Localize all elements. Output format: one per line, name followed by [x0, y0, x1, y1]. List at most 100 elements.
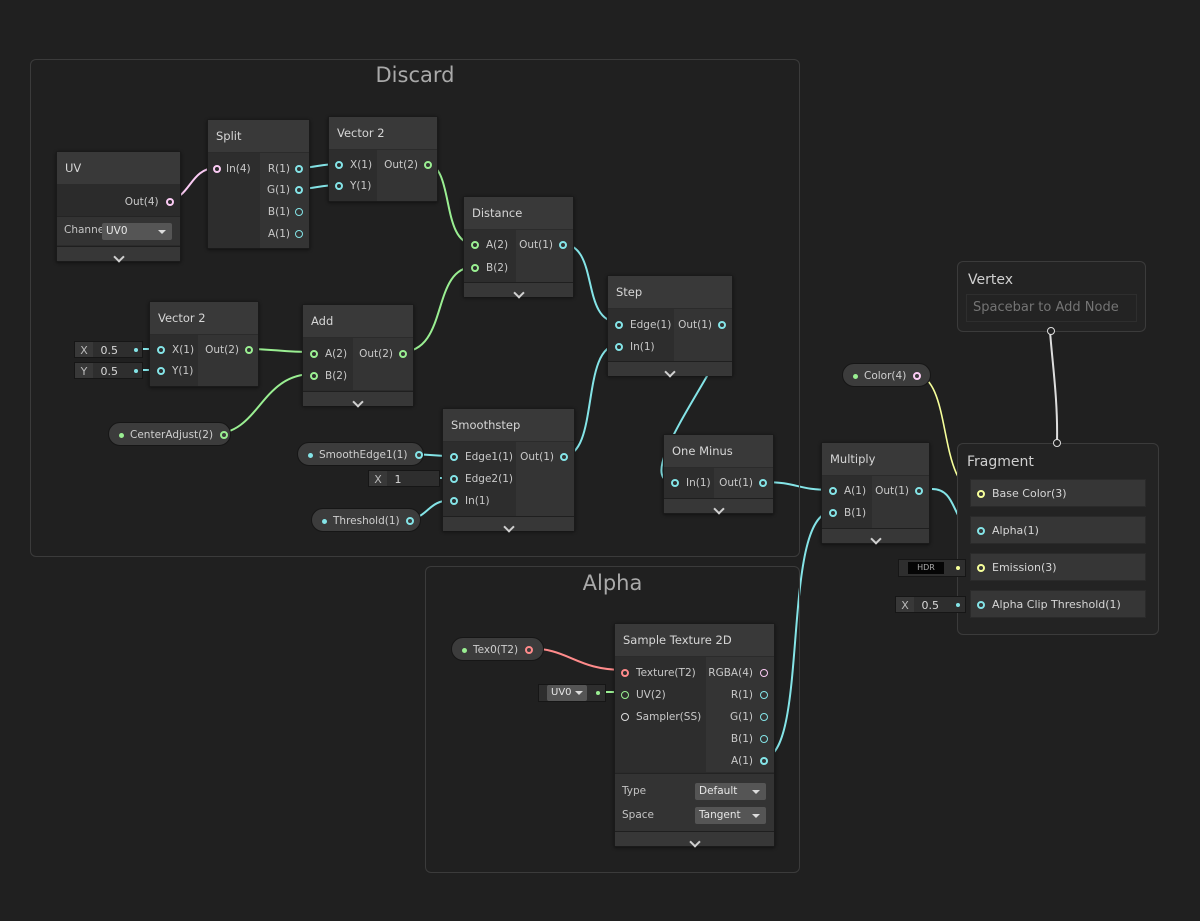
port-dot-icon[interactable] — [977, 601, 985, 609]
port-dot-icon[interactable] — [621, 669, 629, 677]
property-threshold[interactable]: Threshold(1) — [311, 508, 421, 532]
vertex-add-node-input[interactable]: Spacebar to Add Node — [966, 294, 1137, 322]
vector2-x-field[interactable]: X 0.5 — [74, 341, 143, 358]
port-dot-icon[interactable] — [213, 165, 221, 173]
field-value[interactable]: 0.5 — [97, 365, 119, 378]
port-dot-icon[interactable] — [295, 230, 303, 238]
output-port[interactable]: R(1) — [268, 161, 303, 177]
expand-footer[interactable] — [303, 391, 413, 408]
input-port[interactable]: B(2) — [471, 260, 508, 276]
port-dot-icon[interactable] — [295, 208, 303, 216]
input-port[interactable]: Edge1(1) — [450, 449, 513, 465]
port-dot-icon[interactable] — [760, 757, 768, 765]
expand-footer[interactable] — [664, 498, 773, 515]
vertex-block[interactable]: Vertex Spacebar to Add Node — [957, 261, 1146, 332]
expand-footer[interactable] — [615, 831, 774, 848]
port-dot-icon[interactable] — [621, 691, 629, 699]
port-dot-icon[interactable] — [977, 564, 985, 572]
output-port[interactable]: Out(2) — [359, 346, 407, 362]
uv-channel-field[interactable]: UV0 — [538, 684, 606, 702]
port-dot-icon[interactable] — [560, 453, 568, 461]
property-color[interactable]: Color(4) — [842, 363, 931, 387]
port-dot-icon[interactable] — [310, 372, 318, 380]
expand-footer[interactable] — [57, 246, 180, 263]
port-dot-icon[interactable] — [157, 346, 165, 354]
output-port[interactable]: A(1) — [268, 226, 303, 242]
expand-footer[interactable] — [464, 282, 573, 299]
port-dot-icon[interactable] — [759, 479, 767, 487]
port-dot-icon[interactable] — [245, 346, 253, 354]
fragment-block[interactable]: Fragment Base Color(3) Alpha(1) Emission… — [957, 443, 1159, 635]
port-dot-icon[interactable] — [166, 198, 174, 206]
add-node[interactable]: Add A(2) B(2) Out(2) — [302, 304, 414, 408]
port-dot-icon[interactable] — [829, 487, 837, 495]
field-value[interactable]: 0.5 — [918, 599, 940, 612]
port-dot-icon[interactable] — [471, 264, 479, 272]
vector2-node[interactable]: Vector 2 X(1) Y(1) Out(2) — [149, 301, 259, 387]
input-port[interactable]: X(1) — [335, 157, 372, 173]
input-port[interactable]: UV(2) — [621, 687, 666, 703]
port-dot-icon[interactable] — [335, 161, 343, 169]
port-dot-icon[interactable] — [450, 453, 458, 461]
port-dot-icon[interactable] — [310, 350, 318, 358]
input-port[interactable]: Y(1) — [157, 363, 193, 379]
type-dropdown[interactable]: Default — [695, 783, 766, 800]
multiply-node[interactable]: Multiply A(1) B(1) Out(1) — [821, 442, 930, 545]
input-port[interactable]: X(1) — [157, 342, 194, 358]
property-center-adjust[interactable]: CenterAdjust(2) — [108, 422, 231, 446]
port-dot-icon[interactable] — [915, 487, 923, 495]
port-dot-icon[interactable] — [760, 669, 768, 677]
input-port[interactable]: B(1) — [829, 505, 866, 521]
port-dot-icon[interactable] — [295, 165, 303, 173]
output-port[interactable]: Out(1) — [875, 483, 923, 499]
output-port[interactable]: Out(2) — [205, 342, 253, 358]
port-dot-icon[interactable] — [399, 350, 407, 358]
vector2-y-field[interactable]: Y 0.5 — [74, 362, 143, 379]
port-dot-icon[interactable] — [220, 431, 229, 439]
step-node[interactable]: Step Edge(1) In(1) Out(1) — [607, 275, 733, 378]
output-port[interactable]: RGBA(4) — [708, 665, 768, 681]
hdr-swatch[interactable]: HDR — [908, 562, 944, 574]
field-value[interactable]: 0.5 — [97, 344, 119, 357]
input-port[interactable]: In(4) — [213, 161, 251, 177]
fragment-slot-base-color[interactable]: Base Color(3) — [970, 479, 1146, 507]
property-smooth-edge[interactable]: SmoothEdge1(1) — [297, 442, 424, 466]
port-dot-icon[interactable] — [977, 527, 985, 535]
input-port[interactable]: Texture(T2) — [621, 665, 696, 681]
fragment-slot-alpha-clip[interactable]: Alpha Clip Threshold(1) — [970, 590, 1146, 618]
distance-node[interactable]: Distance A(2) B(2) Out(1) — [463, 196, 574, 299]
uv-node[interactable]: UV Out(4) Channel UV0 — [56, 151, 181, 263]
fragment-slot-alpha[interactable]: Alpha(1) — [970, 516, 1146, 544]
port-dot-icon[interactable] — [829, 509, 837, 517]
port-dot-icon[interactable] — [424, 161, 432, 169]
split-node[interactable]: Split In(4) R(1) G(1) B(1) A(1) — [207, 119, 310, 249]
input-port[interactable]: Edge(1) — [615, 317, 671, 333]
port-dot-icon[interactable] — [450, 475, 458, 483]
port-dot-icon[interactable] — [671, 479, 679, 487]
output-port[interactable]: Out(1) — [719, 475, 767, 491]
port-dot-icon[interactable] — [760, 713, 768, 721]
output-port[interactable]: A(1) — [731, 753, 768, 769]
one-minus-node[interactable]: One Minus In(1) Out(1) — [663, 434, 774, 515]
port-dot-icon[interactable] — [760, 735, 768, 743]
port-dot-icon[interactable] — [335, 182, 343, 190]
port-dot-icon[interactable] — [977, 490, 985, 498]
output-port[interactable]: Out(1) — [520, 449, 568, 465]
input-port[interactable]: Y(1) — [335, 178, 371, 194]
input-port[interactable]: Sampler(SS) — [621, 709, 701, 725]
sample-texture-2d-node[interactable]: Sample Texture 2D Texture(T2) UV(2) Samp… — [614, 623, 775, 848]
alpha-clip-field[interactable]: X 0.5 — [895, 596, 966, 613]
port-dot-icon[interactable] — [471, 241, 479, 249]
output-port[interactable]: B(1) — [731, 731, 768, 747]
output-port[interactable]: Out(1) — [519, 237, 567, 253]
fragment-vertex-port-icon[interactable] — [1053, 439, 1061, 447]
output-port[interactable]: Out(1) — [678, 317, 726, 333]
port-dot-icon[interactable] — [405, 517, 414, 525]
port-dot-icon[interactable] — [615, 343, 623, 351]
output-port[interactable]: B(1) — [268, 204, 303, 220]
vertex-port-icon[interactable] — [1047, 327, 1055, 335]
port-dot-icon[interactable] — [450, 497, 458, 505]
emission-hdr-field[interactable]: HDR — [898, 559, 966, 577]
uv-channel-dropdown[interactable]: UV0 — [547, 685, 587, 701]
property-tex0[interactable]: Tex0(T2) — [451, 637, 544, 661]
